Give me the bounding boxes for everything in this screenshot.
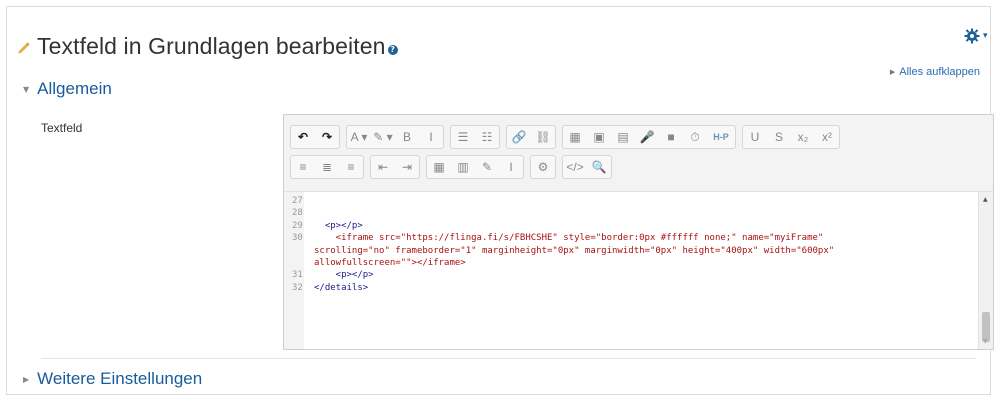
toolbar-button[interactable]: ▦ [427,156,451,178]
toolbar-button[interactable]: S [767,126,791,148]
pencil-icon [18,42,30,53]
code-line: 27 [292,195,834,207]
line-number: 27 [292,196,303,206]
code-line: 32 </details> [292,282,834,294]
toolbar-group: 🔗 ⛓ [506,125,556,149]
toolbar-button[interactable]: ■ [659,126,683,148]
toolbar-button[interactable]: A ▾ [347,126,371,148]
page-title-row: Textfeld in Grundlagen bearbeiten ? [17,33,398,60]
toolbar-button[interactable]: ⇥ [395,156,419,178]
toolbar-button[interactable]: U [743,126,767,148]
code-line: scrolling="no" frameborder="1" marginhei… [292,245,834,257]
toolbar-button[interactable]: 🔗 [507,126,531,148]
scroll-down-icon[interactable]: ▼ [983,338,988,345]
triangle-right-icon: ▶ [889,69,896,76]
toolbar-button[interactable]: ✎ [475,156,499,178]
section-general-label: Allgemein [37,79,112,98]
toolbar-group: ⇤ ⇥ [370,155,420,179]
page-title: Textfeld in Grundlagen bearbeiten [37,33,386,59]
section-more-settings-label: Weitere Einstellungen [37,369,203,388]
toolbar-group: ≡ ≣ ≡ [290,155,364,179]
code-area[interactable]: 27 28 29 <p></p> 30 <iframe src="https://fl… [284,192,979,349]
code-line: 29 <p></p> [292,220,834,232]
toolbar-group: ▦ ▥ ✎ I [426,155,524,179]
toolbar-group: </> 🔍 [562,155,612,179]
line-number: 32 [292,282,303,293]
toolbar-button[interactable]: ▣ [587,126,611,148]
code-line: 28 [292,207,834,219]
expand-all-link[interactable]: ▶ Alles aufklappen [890,66,980,78]
line-number: 31 [292,270,303,281]
toolbar-button[interactable]: ⛓ [531,126,555,148]
section-more-settings-header[interactable]: ▶ Weitere Einstellungen [23,369,202,389]
code-line: 30 <iframe src="https://flinga.fi/s/FBHC… [292,232,834,244]
section-divider [41,358,976,359]
toolbar-group: ↶ ↷ [290,125,340,149]
toolbar-button[interactable]: </> [563,156,587,178]
toolbar-button[interactable]: ≡ [291,156,315,178]
toolbar-button[interactable]: x² [815,126,839,148]
line-text: </details> [314,282,369,293]
gear-icon[interactable] [964,28,980,44]
toolbar-group: A ▾ ✎ ▾ B I [346,125,444,149]
chevron-down-icon: ▾ [983,31,988,41]
toolbar-button[interactable]: ≣ [315,156,339,178]
line-text: <iframe src="https://flinga.fi/s/FBHCSHE… [314,233,824,244]
code-text[interactable]: 27 28 29 <p></p> 30 <iframe src="https://fl… [292,195,834,294]
code-line: allowfullscreen=""></iframe> [292,257,834,269]
toolbar-button[interactable]: 🎤 [635,126,659,148]
toolbar-button[interactable]: ⇤ [371,156,395,178]
toolbar-button[interactable]: ▤ [611,126,635,148]
toolbar-group: U Sx₂ x² [742,125,840,149]
toolbar-button[interactable]: ☷ [475,126,499,148]
expand-arrow-icon: ▶ [23,374,30,384]
line-text: <p></p> [314,270,374,281]
toolbar-group: ⚙ [530,155,556,179]
toolbar-row-1: ↶ ↷ A ▾ ✎ ▾ B I ☰ ☷ 🔗 ⛓ ▦ ▣ ▤ 🎤 ■ ⏱ H-P U Sx₂ x² [290,125,846,149]
toolbar-group: ▦ ▣ ▤ 🎤 ■ ⏱ H-P [562,125,736,149]
line-text: allowfullscreen=""></iframe> [314,258,466,269]
toolbar-button[interactable]: ▥ [451,156,475,178]
toolbar-button[interactable]: H-P [707,126,735,148]
toolbar-button[interactable]: ↶ [291,126,315,148]
toolbar-button[interactable]: ↷ [315,126,339,148]
textfeld-label: Textfeld [41,121,83,135]
toolbar-button[interactable]: ✎ ▾ [371,126,395,148]
toolbar-button[interactable]: ☰ [451,126,475,148]
code-line: 31 <p></p> [292,269,834,281]
toolbar-button[interactable]: ⏱ [683,126,707,148]
line-number: 29 [292,220,303,231]
toolbar-button[interactable]: ▦ [563,126,587,148]
toolbar-button[interactable]: ⚙ [531,156,555,178]
html-editor[interactable]: ↶ ↷ A ▾ ✎ ▾ B I ☰ ☷ 🔗 ⛓ ▦ ▣ ▤ 🎤 ■ ⏱ H-P U Sx₂ x² ≡ ≣ ≡ ⇤ ⇥ ▦ ▥ ✎ I ⚙… [283,114,994,350]
expand-all-label: Alles aufklappen [899,66,980,78]
help-icon[interactable]: ? [387,44,398,55]
page-frame: Textfeld in Grundlagen bearbeiten ? ▾ ▶ … [6,6,994,395]
collapse-arrow-icon: ▼ [23,84,30,94]
toolbar-row-2: ≡ ≣ ≡ ⇤ ⇥ ▦ ▥ ✎ I ⚙ </> 🔍 [290,155,618,179]
settings-menu[interactable]: ▾ [964,28,988,44]
scroll-up-icon[interactable]: ▲ [983,196,988,203]
toolbar-button[interactable]: I [499,156,523,178]
section-general-header[interactable]: ▼ Allgemein [23,79,112,99]
line-text: <p></p> [314,220,363,231]
line-text: scrolling="no" frameborder="1" marginhei… [314,245,835,256]
code-scrollbar[interactable]: ▲ ▼ [978,192,993,349]
line-number: 30 [292,233,303,244]
toolbar-button[interactable]: I [419,126,443,148]
toolbar-button[interactable]: x₂ [791,126,815,148]
toolbar-button[interactable]: 🔍 [587,156,611,178]
line-number: 28 [292,208,303,219]
editor-toolbar: ↶ ↷ A ▾ ✎ ▾ B I ☰ ☷ 🔗 ⛓ ▦ ▣ ▤ 🎤 ■ ⏱ H-P U Sx₂ x² ≡ ≣ ≡ ⇤ ⇥ ▦ ▥ ✎ I ⚙… [284,115,993,192]
toolbar-button[interactable]: ≡ [339,156,363,178]
toolbar-group: ☰ ☷ [450,125,500,149]
toolbar-button[interactable]: B [395,126,419,148]
